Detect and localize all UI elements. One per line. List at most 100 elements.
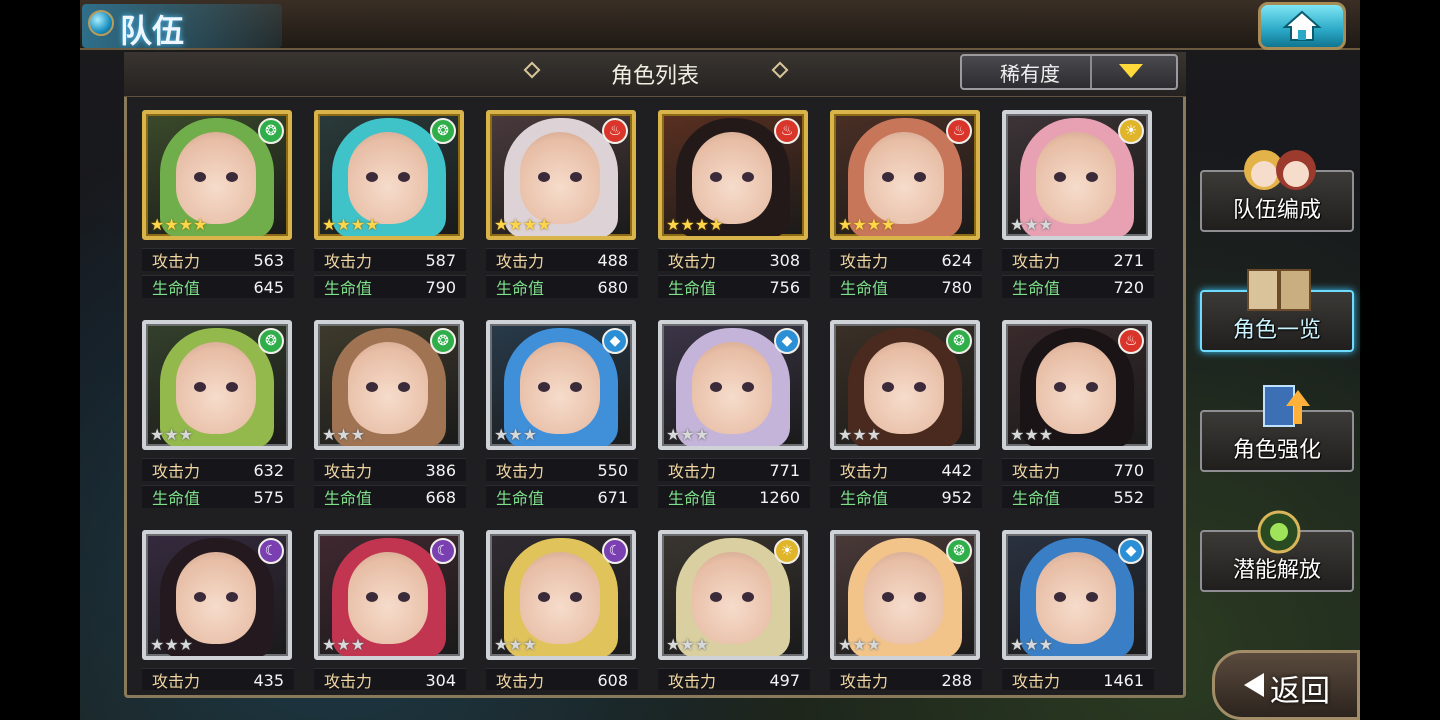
attack-value: 497 <box>769 670 800 690</box>
hp-value: 668 <box>425 487 456 507</box>
character-face <box>864 342 944 434</box>
character-portrait: ♨ ★ ★ ★ ★ <box>486 110 636 240</box>
character-eye <box>366 382 378 392</box>
star-icon: ★ <box>150 635 165 654</box>
attack-value: 624 <box>941 250 972 270</box>
attack-stat-row: 攻击力 771 <box>658 458 810 481</box>
star-icon: ★ <box>336 425 351 444</box>
attack-stat-row: 攻击力 608 <box>486 668 638 690</box>
character-face <box>348 132 428 224</box>
character-face <box>520 132 600 224</box>
hp-value: 952 <box>941 487 972 507</box>
star-icon: ★ <box>522 425 538 444</box>
character-face <box>176 132 256 224</box>
character-eye <box>538 172 550 182</box>
character-card[interactable]: ◆ ★ ★ ★ 攻击力 550 生命值 671 <box>486 320 638 516</box>
side-menu-button[interactable]: 队伍编成 <box>1200 150 1354 232</box>
character-portrait: ❂ ★ ★ ★ <box>830 320 980 450</box>
wind-element-icon: ❂ <box>946 538 972 564</box>
character-card[interactable]: ♨ ★ ★ ★ ★ 攻击力 488 生命值 680 <box>486 110 638 306</box>
star-icon: ★ <box>336 215 351 234</box>
character-face <box>864 552 944 644</box>
character-portrait: ◆ ★ ★ ★ <box>658 320 808 450</box>
attack-stat-row: 攻击力 304 <box>314 668 466 690</box>
character-card[interactable]: ♨ ★ ★ ★ ★ 攻击力 624 生命值 780 <box>830 110 982 306</box>
star-icon: ★ <box>164 635 179 654</box>
character-eye <box>914 592 926 602</box>
fire-element-icon: ♨ <box>774 118 800 144</box>
rarity-stars: ★ ★ ★ ★ <box>322 217 379 233</box>
character-card[interactable]: ❂ ★ ★ ★ 攻击力 288 <box>830 530 982 690</box>
star-icon: ★ <box>178 215 194 234</box>
star-icon: ★ <box>494 215 509 234</box>
star-icon: ★ <box>1024 635 1039 654</box>
hp-value: 552 <box>1113 487 1144 507</box>
side-menu-button[interactable]: 角色强化 <box>1200 385 1354 472</box>
character-card[interactable]: ❂ ★ ★ ★ 攻击力 386 生命值 668 <box>314 320 466 516</box>
character-card[interactable]: ♨ ★ ★ ★ ★ 攻击力 308 生命值 756 <box>658 110 810 306</box>
character-face <box>520 552 600 644</box>
hp-stat-row: 生命值 680 <box>486 275 638 298</box>
star-icon: ★ <box>680 215 695 234</box>
attack-label: 攻击力 <box>840 252 889 271</box>
star-icon: ★ <box>322 425 337 444</box>
attack-stat-row: 攻击力 624 <box>830 248 982 271</box>
character-card[interactable]: ☀ ★ ★ ★ 攻击力 497 <box>658 530 810 690</box>
hp-stat-row: 生命值 671 <box>486 485 638 508</box>
card-upgrade-icon <box>1242 380 1316 434</box>
character-card[interactable]: ☾ ★ ★ ★ 攻击力 608 <box>486 530 638 690</box>
wind-element-icon: ❂ <box>430 328 456 354</box>
character-eye <box>742 382 754 392</box>
character-card[interactable]: ❂ ★ ★ ★ ★ 攻击力 587 生命值 790 <box>314 110 466 306</box>
character-card[interactable]: ☾ ★ ★ ★ 攻击力 435 <box>142 530 294 690</box>
dark-element-icon: ☾ <box>430 538 456 564</box>
side-menu-button[interactable]: 角色一览 <box>1200 269 1354 352</box>
character-card[interactable]: ◆ ★ ★ ★ 攻击力 771 生命值 1260 <box>658 320 810 516</box>
character-card[interactable]: ◆ ★ ★ ★ 攻击力 1461 <box>1002 530 1154 690</box>
attack-label: 攻击力 <box>840 462 889 481</box>
attack-value: 563 <box>253 250 284 270</box>
character-eye <box>1054 382 1066 392</box>
attack-stat-row: 攻击力 497 <box>658 668 810 690</box>
rarity-stars: ★ ★ ★ <box>494 427 537 443</box>
character-eye <box>882 592 894 602</box>
character-eye <box>570 592 582 602</box>
character-eye <box>194 592 206 602</box>
star-icon: ★ <box>508 635 523 654</box>
star-icon: ★ <box>1024 425 1039 444</box>
character-card[interactable]: ❂ ★ ★ ★ 攻击力 632 生命值 575 <box>142 320 294 516</box>
star-icon: ★ <box>537 215 552 234</box>
hp-stat-row: 生命值 552 <box>1002 485 1154 508</box>
star-icon: ★ <box>1010 425 1025 444</box>
star-icon: ★ <box>322 215 337 234</box>
attack-value: 587 <box>425 250 456 270</box>
character-portrait: ☾ ★ ★ ★ <box>486 530 636 660</box>
hp-stat-row: 生命值 645 <box>142 275 294 298</box>
character-eye <box>226 592 238 602</box>
attack-stat-row: 攻击力 308 <box>658 248 810 271</box>
character-card[interactable]: ♨ ★ ★ ★ 攻击力 770 生命值 552 <box>1002 320 1154 516</box>
side-menu-button[interactable]: 潜能解放 <box>1200 510 1354 592</box>
character-card[interactable]: ☾ ★ ★ ★ 攻击力 304 <box>314 530 466 690</box>
hp-value: 671 <box>597 487 628 507</box>
sort-dropdown-label: 稀有度 <box>1000 62 1060 86</box>
character-card[interactable]: ❂ ★ ★ ★ 攻击力 442 生命值 952 <box>830 320 982 516</box>
water-element-icon: ◆ <box>1118 538 1144 564</box>
hp-label: 生命值 <box>496 489 545 508</box>
character-eye <box>366 592 378 602</box>
star-icon: ★ <box>866 215 882 234</box>
attack-value: 271 <box>1113 250 1144 270</box>
home-button[interactable] <box>1258 2 1346 50</box>
star-icon: ★ <box>164 215 179 234</box>
star-icon: ★ <box>522 635 538 654</box>
character-face <box>864 132 944 224</box>
book-icon <box>1242 260 1316 314</box>
rarity-stars: ★ ★ ★ <box>150 427 193 443</box>
attack-value: 771 <box>769 460 800 480</box>
attack-value: 288 <box>941 670 972 690</box>
character-card[interactable]: ☀ ★ ★ ★ 攻击力 271 生命值 720 <box>1002 110 1154 306</box>
character-card[interactable]: ❂ ★ ★ ★ ★ 攻击力 563 生命值 645 <box>142 110 294 306</box>
chevron-down-icon[interactable] <box>1119 64 1143 78</box>
character-eye <box>194 382 206 392</box>
character-portrait: ☀ ★ ★ ★ <box>1002 110 1152 240</box>
